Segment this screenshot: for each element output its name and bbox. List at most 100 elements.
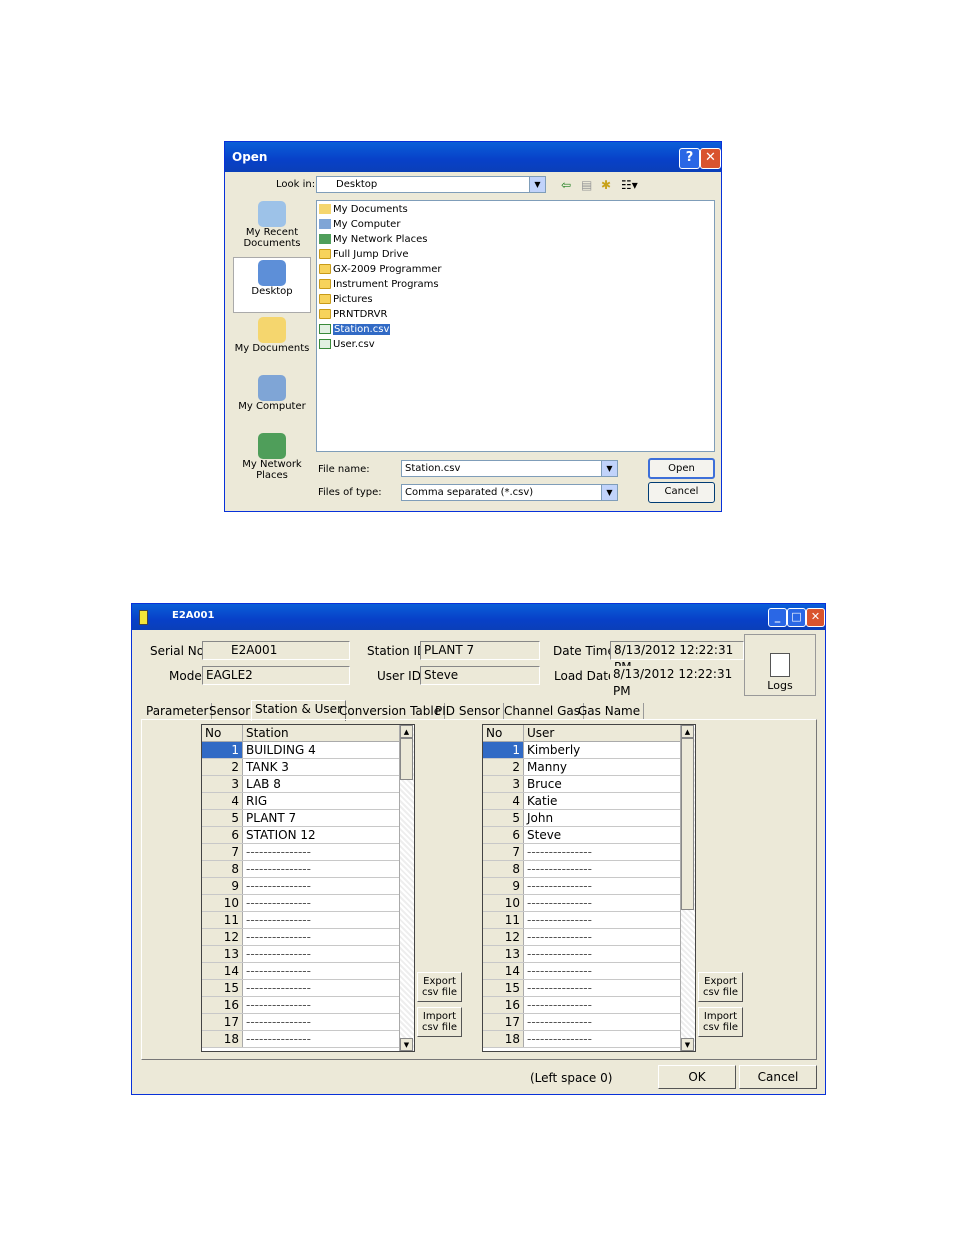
cell-value[interactable]: ---------------	[242, 979, 400, 997]
table-row[interactable]: 3 Bruce	[483, 775, 681, 793]
column-header[interactable]: Station	[242, 725, 400, 742]
station-import-button[interactable]: Import csv file	[417, 1007, 462, 1037]
table-row[interactable]: 11 ---------------	[202, 911, 400, 929]
table-row[interactable]: 9 ---------------	[483, 877, 681, 895]
look-in-combo[interactable]: Desktop ▼	[316, 176, 546, 193]
file-item[interactable]: PRNTDRVR	[319, 308, 387, 323]
station-scrollbar[interactable]: ▲ ▼	[399, 725, 414, 1051]
table-row[interactable]: 11 ---------------	[483, 911, 681, 929]
maximize-icon[interactable]: □	[787, 608, 806, 627]
file-item[interactable]: GX-2009 Programmer	[319, 263, 442, 278]
cell-value[interactable]: ---------------	[242, 962, 400, 980]
view-menu-icon[interactable]: ☷▾	[621, 178, 638, 192]
new-folder-icon[interactable]: ✱	[601, 178, 611, 192]
cell-value[interactable]: Katie	[523, 792, 681, 810]
cell-value[interactable]: ---------------	[523, 945, 681, 963]
cell-value[interactable]: BUILDING 4	[242, 741, 400, 759]
table-row[interactable]: 8 ---------------	[483, 860, 681, 878]
cell-value[interactable]: ---------------	[523, 860, 681, 878]
user-scrollbar[interactable]: ▲ ▼	[680, 725, 695, 1051]
file-item-selected[interactable]: Station.csv	[319, 323, 391, 338]
table-row[interactable]: 4 Katie	[483, 792, 681, 810]
table-row[interactable]: 13 ---------------	[483, 945, 681, 963]
table-row[interactable]: 6 STATION 12	[202, 826, 400, 844]
scroll-down-icon[interactable]: ▼	[400, 1038, 413, 1051]
close-icon[interactable]: ✕	[806, 608, 825, 627]
tab-sensor[interactable]: Sensor	[206, 703, 255, 720]
file-item[interactable]: My Computer	[319, 218, 400, 233]
column-header[interactable]: User	[523, 725, 681, 742]
place-my-documents[interactable]: My Documents	[233, 315, 311, 371]
tab-station-user[interactable]: Station & User	[251, 700, 346, 721]
cell-value[interactable]: Steve	[523, 826, 681, 844]
table-row[interactable]: 1 Kimberly	[483, 741, 681, 759]
cell-value[interactable]: ---------------	[523, 1013, 681, 1031]
table-row[interactable]: 13 ---------------	[202, 945, 400, 963]
place-desktop[interactable]: Desktop	[233, 257, 311, 313]
table-row[interactable]: 16 ---------------	[202, 996, 400, 1014]
cell-value[interactable]: ---------------	[242, 996, 400, 1014]
user-export-button[interactable]: Export csv file	[698, 972, 743, 1002]
cell-value[interactable]: ---------------	[242, 928, 400, 946]
cell-value[interactable]: ---------------	[523, 843, 681, 861]
cell-value[interactable]: ---------------	[523, 894, 681, 912]
ok-button[interactable]: OK	[658, 1065, 736, 1089]
cell-value[interactable]: ---------------	[242, 860, 400, 878]
station-export-button[interactable]: Export csv file	[417, 972, 462, 1002]
table-row[interactable]: 10 ---------------	[483, 894, 681, 912]
cell-value[interactable]: ---------------	[242, 1030, 400, 1048]
cell-value[interactable]: PLANT 7	[242, 809, 400, 827]
table-row[interactable]: 15 ---------------	[483, 979, 681, 997]
help-button[interactable]: ?	[679, 148, 700, 169]
table-row[interactable]: 12 ---------------	[483, 928, 681, 946]
cell-value[interactable]: ---------------	[242, 843, 400, 861]
table-row[interactable]: 5 John	[483, 809, 681, 827]
scroll-up-icon[interactable]: ▲	[400, 725, 413, 738]
logs-button[interactable]: Logs	[744, 634, 816, 696]
open-button[interactable]: Open	[648, 458, 715, 479]
chevron-down-icon[interactable]: ▼	[601, 461, 617, 476]
file-item[interactable]: User.csv	[319, 338, 375, 353]
tab-gas-name[interactable]: Gas Name	[575, 703, 645, 720]
table-row[interactable]: 9 ---------------	[202, 877, 400, 895]
cell-value[interactable]: Manny	[523, 758, 681, 776]
table-row[interactable]: 1 BUILDING 4	[202, 741, 400, 759]
cell-value[interactable]: ---------------	[242, 894, 400, 912]
table-row[interactable]: 6 Steve	[483, 826, 681, 844]
cancel-button[interactable]: Cancel	[739, 1065, 817, 1089]
cell-value[interactable]: ---------------	[242, 945, 400, 963]
place-my-computer[interactable]: My Computer	[233, 373, 311, 429]
cancel-button[interactable]: Cancel	[648, 482, 715, 503]
table-row[interactable]: 15 ---------------	[202, 979, 400, 997]
file-item[interactable]: Pictures	[319, 293, 373, 308]
table-row[interactable]: 7 ---------------	[202, 843, 400, 861]
column-header[interactable]: No	[483, 725, 524, 742]
file-name-input[interactable]: Station.csv ▼	[401, 460, 618, 477]
table-row[interactable]: 17 ---------------	[483, 1013, 681, 1031]
cell-value[interactable]: ---------------	[523, 911, 681, 929]
file-list[interactable]: My Documents My Computer My Network Plac…	[316, 200, 715, 452]
tab-conversion-table[interactable]: Conversion Table	[336, 703, 446, 720]
table-row[interactable]: 2 TANK 3	[202, 758, 400, 776]
table-row[interactable]: 18 ---------------	[202, 1030, 400, 1048]
cell-value[interactable]: ---------------	[523, 1030, 681, 1048]
cell-value[interactable]: STATION 12	[242, 826, 400, 844]
minimize-icon[interactable]: _	[768, 608, 787, 627]
close-button[interactable]: ✕	[700, 148, 721, 169]
table-row[interactable]: 5 PLANT 7	[202, 809, 400, 827]
cell-value[interactable]: ---------------	[523, 996, 681, 1014]
scroll-down-icon[interactable]: ▼	[681, 1038, 694, 1051]
place-recent[interactable]: My Recent Documents	[233, 199, 311, 255]
tab-channel-gas[interactable]: Channel Gas	[501, 703, 584, 720]
cell-value[interactable]: ---------------	[523, 928, 681, 946]
cell-value[interactable]: LAB 8	[242, 775, 400, 793]
file-type-select[interactable]: Comma separated (*.csv) ▼	[401, 484, 618, 501]
tab-parameter[interactable]: Parameter	[143, 703, 213, 720]
scroll-up-icon[interactable]: ▲	[681, 725, 694, 738]
up-folder-icon[interactable]: ▤	[581, 178, 592, 192]
file-item[interactable]: My Documents	[319, 203, 408, 218]
cell-value[interactable]: John	[523, 809, 681, 827]
table-row[interactable]: 16 ---------------	[483, 996, 681, 1014]
user-grid[interactable]: No User 1 Kimberly 2 Manny 3 Bruce 4 Katie 5 John…	[482, 724, 696, 1052]
table-row[interactable]: 7 ---------------	[483, 843, 681, 861]
